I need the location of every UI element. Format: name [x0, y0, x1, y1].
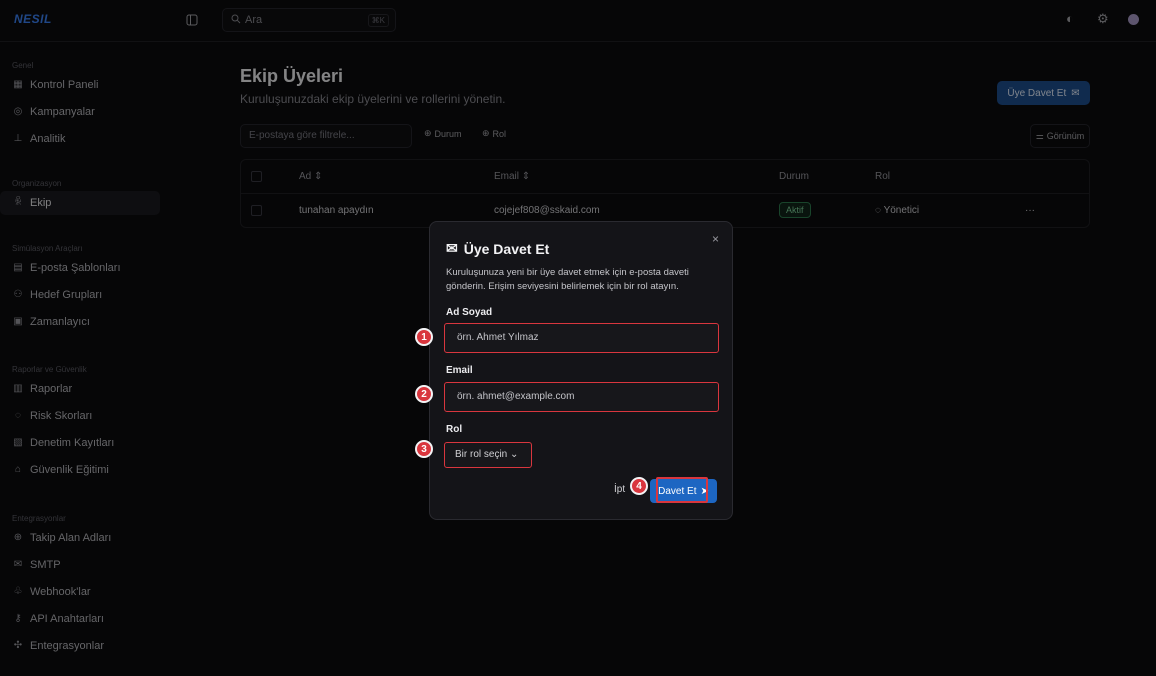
dialog-title-text: Üye Davet Et	[463, 240, 550, 257]
step-marker-4: 4	[630, 477, 648, 495]
dialog-title: ✉ Üye Davet Et	[446, 240, 549, 257]
role-label: Rol	[446, 424, 463, 435]
cancel-button[interactable]: İpt	[614, 484, 625, 495]
mail-plus-icon: ✉	[446, 240, 458, 256]
step-marker-1: 1	[415, 328, 433, 346]
dialog-description: Kuruluşunuza yeni bir üye davet etmek iç…	[446, 267, 689, 292]
step-marker-3: 3	[415, 440, 433, 458]
step-marker-2: 2	[415, 385, 433, 403]
email-field[interactable]: örn. ahmet@example.com	[444, 382, 719, 412]
close-icon[interactable]: ×	[712, 232, 719, 246]
role-select[interactable]: Bir rol seçin ⌄	[444, 442, 532, 468]
name-field[interactable]: örn. Ahmet Yılmaz	[444, 323, 719, 353]
name-label: Ad Soyad	[446, 307, 493, 318]
email-label: Email	[446, 365, 473, 376]
invite-member-dialog: × ✉ Üye Davet Et Kuruluşunuza yeni bir ü…	[429, 221, 733, 520]
chevron-down-icon: ⌄	[510, 449, 519, 460]
highlight-outline	[656, 477, 708, 503]
